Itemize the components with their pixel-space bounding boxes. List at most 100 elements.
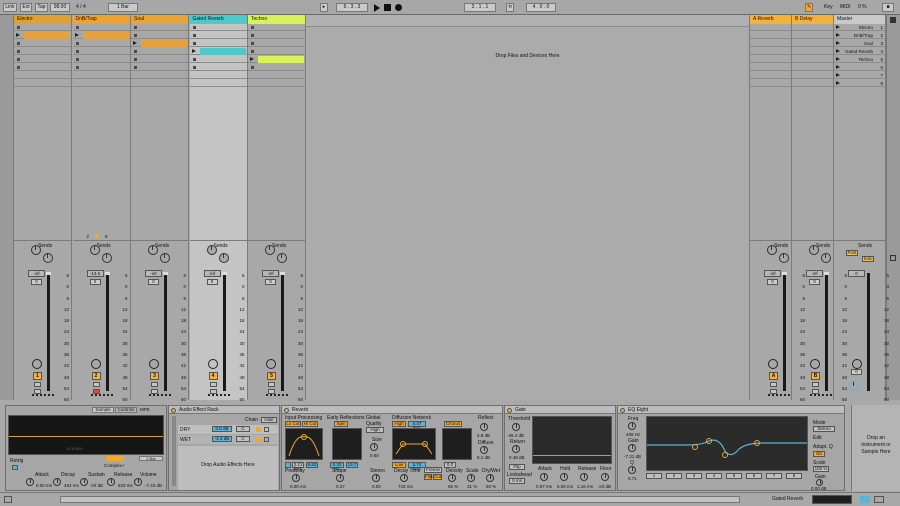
eq-band-2[interactable]: 2 <box>666 473 682 479</box>
track-2-send-b-knob[interactable] <box>101 253 112 263</box>
shape-knob[interactable] <box>336 474 344 482</box>
draw-mode-icon[interactable]: ✎ <box>805 3 813 12</box>
rack-power-icon[interactable] <box>171 407 176 413</box>
eq-display[interactable] <box>646 416 808 471</box>
ext-sync-button[interactable]: Ext <box>20 3 32 12</box>
scene-slot[interactable]: DnB/Trap 2 <box>834 32 885 39</box>
scroll-up-icon[interactable] <box>890 17 896 23</box>
clip-launch-icon[interactable] <box>74 33 79 37</box>
diffuse-knob[interactable] <box>480 446 488 454</box>
track-1-fader-handle[interactable] <box>46 272 51 275</box>
gate-attack-value[interactable]: 0.97 ms <box>536 484 552 489</box>
clip-stop-icon[interactable] <box>192 66 196 69</box>
track-2-send-a-knob[interactable] <box>89 245 100 255</box>
sustain-knob[interactable] <box>80 478 88 486</box>
flat-toggle[interactable]: Flat <box>424 474 433 480</box>
chain-dry-activator[interactable] <box>256 427 261 432</box>
gate-release-value[interactable]: 1.16 ms <box>577 484 593 489</box>
clip-slot[interactable] <box>131 64 188 71</box>
size-knob[interactable] <box>370 443 378 451</box>
clip-slot[interactable] <box>14 24 71 31</box>
scene-slot[interactable]: Electro 1 <box>834 24 885 31</box>
track-2-activator-button[interactable]: 2 <box>91 372 101 380</box>
follow-icon[interactable]: ▸ <box>320 3 328 12</box>
threshold-value[interactable]: -26.4 dB <box>507 433 524 438</box>
clip-slot[interactable] <box>14 72 71 79</box>
diffusion-display[interactable] <box>392 428 436 460</box>
return-1-send-b-knob[interactable] <box>779 253 789 263</box>
decay-knob[interactable] <box>53 478 61 486</box>
clip-slot[interactable] <box>131 48 188 55</box>
clip-stop-icon[interactable] <box>17 58 20 61</box>
threshold-knob[interactable] <box>512 423 520 431</box>
size-value[interactable]: 0.60 <box>370 453 379 458</box>
return-2-volume-field[interactable]: -inf <box>806 270 823 277</box>
decay-time-value[interactable]: 743 ms <box>398 484 413 489</box>
attack-knob[interactable] <box>26 478 34 486</box>
chain-wet-pan[interactable]: C <box>236 436 250 442</box>
release-knob[interactable] <box>107 478 115 486</box>
track-header[interactable]: Techno <box>248 15 305 24</box>
chain-dry-solo[interactable] <box>264 427 269 432</box>
clip-slot[interactable] <box>131 24 188 31</box>
eq-gain-knob[interactable] <box>628 444 636 452</box>
scene-slot[interactable]: Techno 5 <box>834 56 885 63</box>
reverb-power-icon[interactable] <box>284 407 289 413</box>
gate-floor-knob[interactable] <box>601 473 609 481</box>
track-5-solo-button[interactable] <box>268 382 275 387</box>
sig-denominator[interactable]: 4 <box>83 4 86 10</box>
sustain-value[interactable]: -inf dB <box>90 483 103 488</box>
io-toggle-icon[interactable] <box>890 255 896 261</box>
clip-stop-icon[interactable] <box>251 26 254 29</box>
hi-cut-value[interactable]: 6.53 <box>306 462 318 468</box>
input-filter-display[interactable] <box>285 428 323 460</box>
clip-stop-icon[interactable] <box>17 66 20 69</box>
scene-launch-icon[interactable] <box>836 65 840 69</box>
density-knob[interactable] <box>448 474 456 482</box>
scene-slot[interactable]: 6 <box>834 64 885 71</box>
play-icon[interactable] <box>374 4 380 12</box>
scene-launch-icon[interactable] <box>836 57 840 61</box>
eq-adapt-toggle[interactable]: On <box>813 451 825 457</box>
warp-length-field[interactable]: 1 Bar <box>139 456 163 461</box>
return-1-solo-button[interactable] <box>770 382 777 387</box>
dry-wet-value[interactable]: 50 % <box>486 484 496 489</box>
decay-time-knob[interactable] <box>400 474 408 482</box>
track-5-arm-icon[interactable] <box>266 359 276 369</box>
return-header[interactable]: A Reverb <box>750 15 791 24</box>
return-1-fader-handle[interactable] <box>782 272 787 275</box>
clip-slot[interactable] <box>72 32 130 39</box>
release-value[interactable]: 533 ms <box>118 483 133 488</box>
track-5-send-a-knob[interactable] <box>265 245 275 255</box>
return-2-fader-handle[interactable] <box>824 272 829 275</box>
clip-stop-icon[interactable] <box>75 58 79 61</box>
clip-stop-icon[interactable] <box>17 42 20 45</box>
return-2-solo-button[interactable] <box>812 382 819 387</box>
scene-launch-icon[interactable] <box>836 73 840 77</box>
clip-launch-icon[interactable] <box>191 49 196 53</box>
return-1-activator-button[interactable]: A <box>769 372 778 380</box>
gate-floor-value[interactable]: -inf dB <box>598 484 611 489</box>
track-3-send-a-knob[interactable] <box>148 245 158 255</box>
track-3-solo-button[interactable] <box>151 382 158 387</box>
lo-cut-toggle[interactable]: Lo Cut <box>285 421 301 427</box>
chain-row-dry[interactable]: DRY 0.0 dB C <box>178 425 278 434</box>
tab-sample[interactable]: Sample <box>92 407 114 413</box>
volume-knob[interactable] <box>134 478 142 486</box>
clip-stop-icon[interactable] <box>75 26 79 29</box>
scene-launch-icon[interactable] <box>836 49 840 53</box>
track-5-pan-field[interactable]: 0 <box>265 279 276 285</box>
track-2-volume-field[interactable]: -13.6 <box>86 270 104 277</box>
record-icon[interactable] <box>395 4 402 11</box>
gate-power-icon[interactable] <box>507 407 512 413</box>
eq-freq-knob[interactable] <box>628 422 636 430</box>
shape-value[interactable]: 0.37 <box>336 484 345 489</box>
track-5-fader-handle[interactable] <box>280 272 285 275</box>
eq-output-gain-value[interactable]: 0.00 dB <box>811 486 827 491</box>
track-3-activator-button[interactable]: 3 <box>150 372 159 380</box>
tap-tempo-button[interactable]: Tap <box>35 3 48 12</box>
eq-gain-value[interactable]: -7.31 dB <box>624 454 641 459</box>
instrument-drop-panel[interactable]: Drop an Instrument or Sample Here <box>851 405 900 491</box>
eq-band-5[interactable]: 5 <box>726 473 742 479</box>
scale-knob[interactable] <box>467 474 475 482</box>
